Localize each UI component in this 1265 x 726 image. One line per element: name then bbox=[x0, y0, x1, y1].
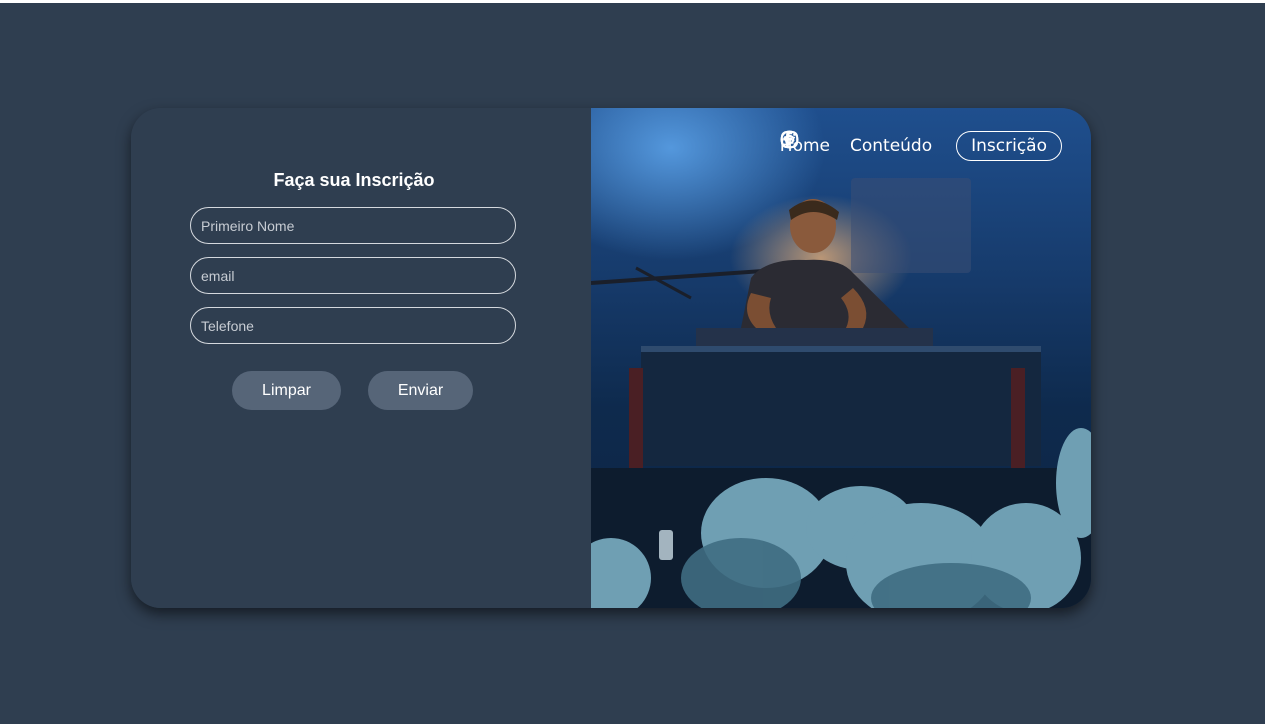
form-title: Faça sua Inscrição bbox=[273, 170, 435, 190]
first-name-input[interactable] bbox=[190, 207, 516, 244]
page-background: Faça sua Inscrição Limpar Enviar bbox=[0, 3, 1265, 724]
nav-signup-button[interactable]: Inscrição bbox=[956, 131, 1062, 161]
hero-image: Home Conteúdo Inscrição bbox=[591, 108, 1091, 608]
signup-form-panel: Faça sua Inscrição Limpar Enviar bbox=[131, 108, 591, 608]
signup-card: Faça sua Inscrição Limpar Enviar bbox=[131, 108, 1091, 608]
send-button[interactable]: Enviar bbox=[368, 371, 473, 410]
nav-content-link[interactable]: Conteúdo bbox=[850, 136, 932, 156]
phone-input[interactable] bbox=[190, 307, 516, 344]
top-nav: Home Conteúdo Inscrição bbox=[780, 130, 1062, 162]
concert-photo bbox=[591, 178, 1091, 608]
email-input[interactable] bbox=[190, 257, 516, 294]
clear-button[interactable]: Limpar bbox=[232, 371, 341, 410]
